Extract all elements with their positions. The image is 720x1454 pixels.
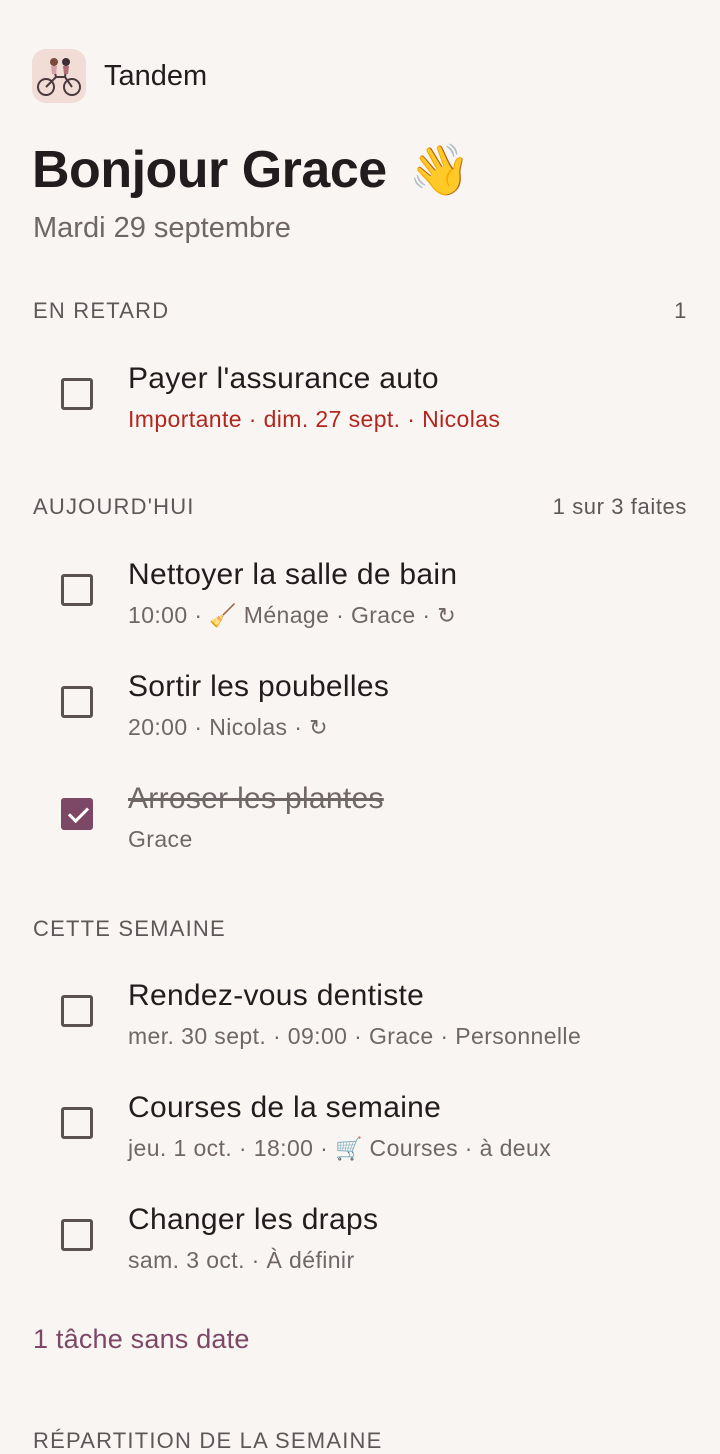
task-checkbox[interactable] [61, 1219, 93, 1251]
section-title: AUJOURD'HUI [33, 494, 195, 519]
section-progress: 1 sur 3 faites [552, 494, 687, 519]
task-title: Sortir les poubelles [128, 670, 390, 703]
task-checkbox[interactable] [61, 1107, 93, 1139]
waving-hand-icon: 👋 [408, 141, 471, 199]
current-date: Mardi 29 septembre [33, 212, 291, 244]
task-meta: 10:00 · 🧹 Ménage · Grace · ↻ [128, 602, 456, 629]
section-overdue-header: EN RETARD 1 [33, 298, 687, 324]
greeting-title: Bonjour Grace 👋 [32, 140, 471, 200]
task-title: Rendez-vous dentiste [128, 979, 425, 1012]
task-meta-time: 10:00 · [128, 602, 210, 628]
section-today-header: AUJOURD'HUI 1 sur 3 faites [33, 494, 687, 520]
section-title: EN RETARD [33, 298, 170, 323]
task-title: Arroser les plantes [128, 782, 384, 815]
task-checkbox[interactable] [61, 995, 93, 1027]
task-meta: mer. 30 sept. · 09:00 · Grace · Personne… [128, 1023, 582, 1049]
greeting-text: Bonjour Grace [32, 141, 387, 199]
task-checkbox[interactable] [61, 378, 93, 410]
section-count: 1 [674, 298, 687, 323]
section-week-header: CETTE SEMAINE [33, 916, 687, 942]
app-name: Tandem [104, 59, 208, 92]
repeat-icon: ↻ [309, 716, 328, 741]
task-meta: sam. 3 oct. · À définir [128, 1247, 355, 1273]
task-meta: Grace [128, 826, 193, 852]
tandem-bicycle-icon [32, 49, 86, 103]
task-item[interactable]: Changer les draps sam. 3 oct. · À défini… [0, 1187, 720, 1287]
task-meta-details: Courses · à deux [362, 1135, 552, 1161]
task-meta-details: 20:00 · Nicolas · [128, 714, 310, 740]
task-meta: jeu. 1 oct. · 18:00 · 🛒 Courses · à deux [128, 1135, 551, 1162]
shopping-cart-icon: 🛒 [334, 1137, 363, 1162]
task-checkbox[interactable] [61, 686, 93, 718]
task-meta: Importante · dim. 27 sept. · Nicolas [128, 406, 501, 432]
task-meta: 20:00 · Nicolas · ↻ [128, 714, 328, 741]
task-title: Nettoyer la salle de bain [128, 558, 458, 591]
task-title: Payer l'assurance auto [128, 362, 439, 395]
task-title: Courses de la semaine [128, 1091, 442, 1124]
undated-tasks-link[interactable]: 1 tâche sans date [33, 1324, 250, 1355]
task-item[interactable]: Courses de la semaine jeu. 1 oct. · 18:0… [0, 1075, 720, 1175]
task-title: Changer les draps [128, 1203, 379, 1236]
task-checkbox[interactable] [61, 574, 93, 606]
task-meta-time: jeu. 1 oct. · 18:00 · [128, 1135, 335, 1161]
task-item[interactable]: Sortir les poubelles 20:00 · Nicolas · ↻ [0, 654, 720, 754]
task-item[interactable]: Rendez-vous dentiste mer. 30 sept. · 09:… [0, 963, 720, 1063]
task-checkbox-checked[interactable] [61, 798, 93, 830]
repeat-icon: ↻ [437, 604, 457, 629]
task-item[interactable]: Nettoyer la salle de bain 10:00 · 🧹 Ména… [0, 542, 720, 642]
section-title: CETTE SEMAINE [33, 916, 226, 941]
task-item[interactable]: Payer l'assurance auto Importante · dim.… [0, 346, 720, 446]
broom-icon: 🧹 [209, 604, 237, 629]
app-header: Tandem [32, 48, 207, 104]
task-item[interactable]: Arroser les plantes Grace [0, 766, 720, 866]
task-meta-details: Ménage · Grace · [237, 602, 438, 628]
section-distribution-header: RÉPARTITION DE LA SEMAINE [33, 1428, 383, 1453]
